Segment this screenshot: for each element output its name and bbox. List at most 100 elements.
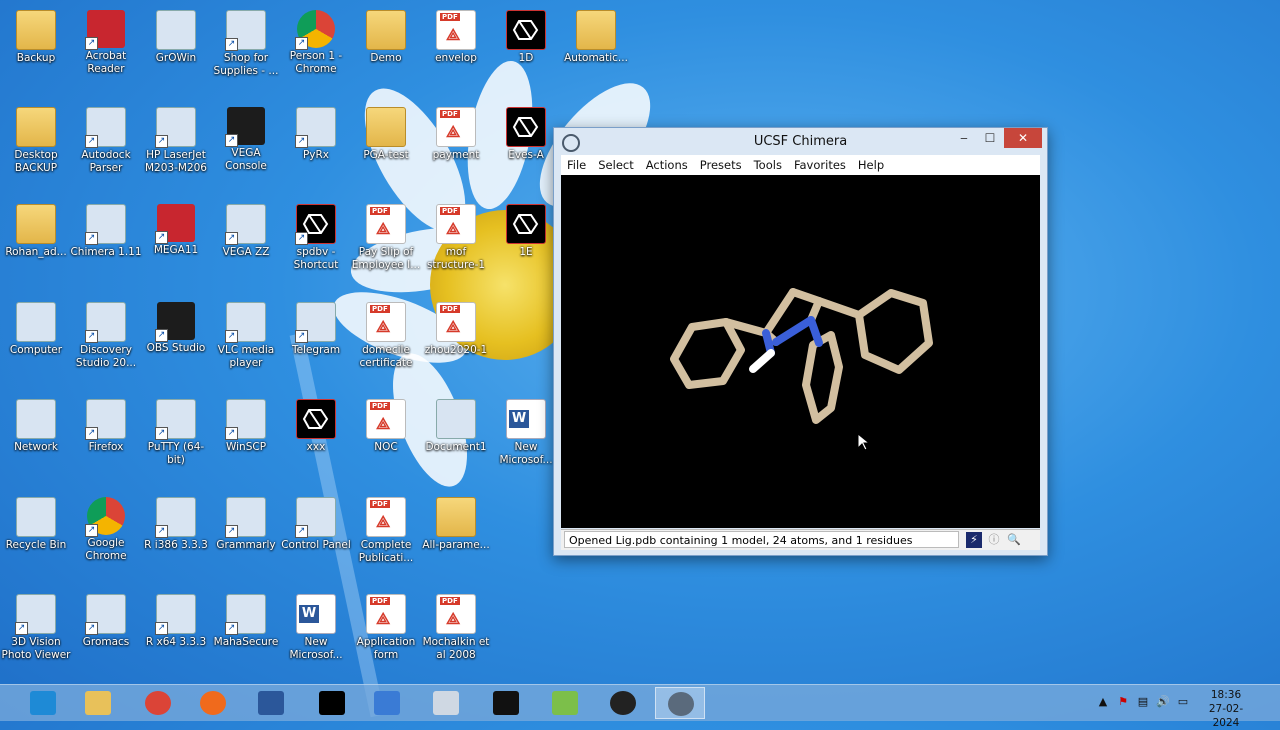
menu-tools[interactable]: Tools <box>748 155 788 172</box>
desktop-icon[interactable]: W New Microsof... <box>490 393 562 467</box>
shortcut-arrow-icon: ↗ <box>155 427 168 440</box>
taskbar: ▲ ⚑ ▤ 🔊 ▭ 18:36 27-02-2024 <box>0 684 1280 729</box>
desktop-icon-label: Document1 <box>425 441 487 453</box>
desktop-icon[interactable]: Desktop BACKUP <box>0 101 72 175</box>
menu-help[interactable]: Help <box>852 155 890 172</box>
chimera-window[interactable]: UCSF Chimera ‒ ☐ ✕ File Select Actions Pres… <box>553 127 1048 556</box>
taskbar-button[interactable] <box>307 687 357 719</box>
desktop-icon[interactable]: PDF ⟁ domecile certificate <box>350 296 422 370</box>
language-icon[interactable]: ▭ <box>1176 695 1190 709</box>
taskbar-button[interactable] <box>655 687 705 719</box>
title-bar[interactable]: UCSF Chimera ‒ ☐ ✕ <box>554 128 1047 156</box>
desktop-icon[interactable]: Document1 <box>420 393 492 454</box>
desktop-icon[interactable]: ↗ HP LaserJet M203-M206 <box>140 101 212 175</box>
desktop-icon[interactable]: ↗ Discovery Studio 20... <box>70 296 142 370</box>
desktop-icon[interactable]: Demo <box>350 4 422 65</box>
close-button[interactable]: ✕ <box>1004 128 1042 148</box>
desktop-icon[interactable]: ↗ VLC media player <box>210 296 282 370</box>
desktop-icon[interactable]: 1D <box>490 4 562 65</box>
desktop-icon[interactable]: ↗ R i386 3.3.3 <box>140 491 212 552</box>
desktop-icon[interactable]: PDF ⟁ payment <box>420 101 492 162</box>
desktop-icon[interactable]: ↗ Chimera 1.11 <box>70 198 142 259</box>
desktop-icon[interactable]: ↗ Firefox <box>70 393 142 454</box>
taskbar-button[interactable] <box>421 687 471 719</box>
chimera-icon <box>506 204 546 244</box>
desktop-icon[interactable]: PDF ⟁ Complete Publicati... <box>350 491 422 565</box>
command-line-icon[interactable]: ⚡ <box>966 532 982 548</box>
folder-icon <box>366 10 406 50</box>
desktop-icon[interactable]: Rohan_ad... <box>0 198 72 259</box>
desktop-icon[interactable]: xxx <box>280 393 352 454</box>
desktop-icon[interactable]: Network <box>0 393 72 454</box>
desktop-icon[interactable]: ↗ MahaSecure <box>210 588 282 649</box>
internet-explorer-icon <box>30 691 56 715</box>
desktop-icon[interactable]: ↗ VEGA ZZ <box>210 198 282 259</box>
desktop-icon[interactable]: ↗ MEGA11 <box>140 198 212 257</box>
desktop-icon[interactable]: Recycle Bin <box>0 491 72 552</box>
volume-icon[interactable]: 🔊 <box>1156 695 1170 709</box>
desktop-icon[interactable]: ↗ Google Chrome <box>70 491 142 563</box>
magnifier-icon[interactable]: 🔍 <box>1006 532 1022 548</box>
desktop-icon[interactable]: PDF ⟁ Pay Slip of Employee I... <box>350 198 422 272</box>
desktop-icon-label: Rohan_ad... <box>5 246 67 258</box>
desktop-icon[interactable]: ↗ PyRx <box>280 101 352 162</box>
desktop-icon[interactable]: ↗ VEGA Console <box>210 101 282 173</box>
network-icon[interactable]: ▤ <box>1136 695 1150 709</box>
desktop-icon[interactable]: ↗ Acrobat Reader <box>70 4 142 76</box>
desktop-icon-label: Network <box>14 441 58 453</box>
desktop-icon[interactable]: Computer <box>0 296 72 357</box>
show-hidden-icons-icon[interactable]: ▲ <box>1096 695 1110 709</box>
taskbar-button[interactable] <box>246 687 296 719</box>
desktop-icon[interactable]: PDF ⟁ NOC <box>350 393 422 454</box>
info-icon[interactable]: ⓘ <box>986 532 1002 548</box>
desktop-icon[interactable]: ↗ OBS Studio <box>140 296 212 355</box>
desktop-icon[interactable]: ↗ PuTTY (64-bit) <box>140 393 212 467</box>
taskbar-button[interactable] <box>598 687 648 719</box>
desktop-icon[interactable]: ↗ Person 1 - Chrome <box>280 4 352 76</box>
desktop-icon[interactable]: PGA-test <box>350 101 422 162</box>
desktop-icon[interactable]: Eves-A <box>490 101 562 162</box>
desktop-icon[interactable]: PDF ⟁ Application form <box>350 588 422 662</box>
desktop-icon[interactable]: ↗ Autodock Parser <box>70 101 142 175</box>
taskbar-button[interactable] <box>362 687 412 719</box>
desktop-icon[interactable]: PDF ⟁ zhou2020-1 <box>420 296 492 357</box>
minimize-button[interactable]: ‒ <box>952 128 976 148</box>
taskbar-button[interactable] <box>540 687 590 719</box>
file-explorer-icon <box>85 691 111 715</box>
desktop-icon[interactable]: ↗ 3D Vision Photo Viewer <box>0 588 72 662</box>
desktop-icon[interactable]: PDF ⟁ mof structure-1 <box>420 198 492 272</box>
desktop-icon[interactable]: W New Microsof... <box>280 588 352 662</box>
desktop-icon[interactable]: ↗ Control Panel <box>280 491 352 552</box>
menu-select[interactable]: Select <box>592 155 639 172</box>
desktop-icon[interactable]: ↗ Gromacs <box>70 588 142 649</box>
taskbar-button[interactable] <box>188 687 238 719</box>
desktop-icon[interactable]: All-parame... <box>420 491 492 552</box>
taskbar-button[interactable] <box>481 687 531 719</box>
desktop-icon[interactable]: ↗ Telegram <box>280 296 352 357</box>
desktop-icon[interactable]: ↗ Grammarly <box>210 491 282 552</box>
firefox-icon <box>200 691 226 715</box>
desktop-icon[interactable]: Backup <box>0 4 72 65</box>
menu-actions[interactable]: Actions <box>640 155 694 172</box>
maximize-button[interactable]: ☐ <box>978 128 1002 148</box>
desktop-icon[interactable]: ↗ Shop for Supplies - ... <box>210 4 282 78</box>
clock[interactable]: 18:36 27-02-2024 <box>1196 688 1256 730</box>
molecule-viewer-canvas[interactable] <box>561 175 1040 528</box>
desktop-icon[interactable]: ↗ R x64 3.3.3 <box>140 588 212 649</box>
taskbar-button[interactable] <box>133 687 183 719</box>
desktop-icon[interactable]: Automatic... <box>560 4 632 65</box>
taskbar-button[interactable] <box>73 687 123 719</box>
desktop-icon[interactable]: PDF ⟁ envelop <box>420 4 492 65</box>
menu-presets[interactable]: Presets <box>694 155 748 172</box>
desktop-icon[interactable]: ↗ spdbv - Shortcut <box>280 198 352 272</box>
generic-icon: ↗ <box>85 204 126 245</box>
desktop-icon[interactable]: PDF ⟁ Mochalkin et al 2008 <box>420 588 492 662</box>
desktop-icon[interactable]: ↗ WinSCP <box>210 393 282 454</box>
action-center-icon[interactable]: ⚑ <box>1116 695 1130 709</box>
menu-file[interactable]: File <box>561 155 592 172</box>
shortcut-arrow-icon: ↗ <box>85 37 98 50</box>
desktop-icon[interactable]: GrOWin <box>140 4 212 65</box>
menu-favorites[interactable]: Favorites <box>788 155 852 172</box>
desktop-icon[interactable]: 1E <box>490 198 562 259</box>
taskbar-button[interactable] <box>18 687 68 719</box>
